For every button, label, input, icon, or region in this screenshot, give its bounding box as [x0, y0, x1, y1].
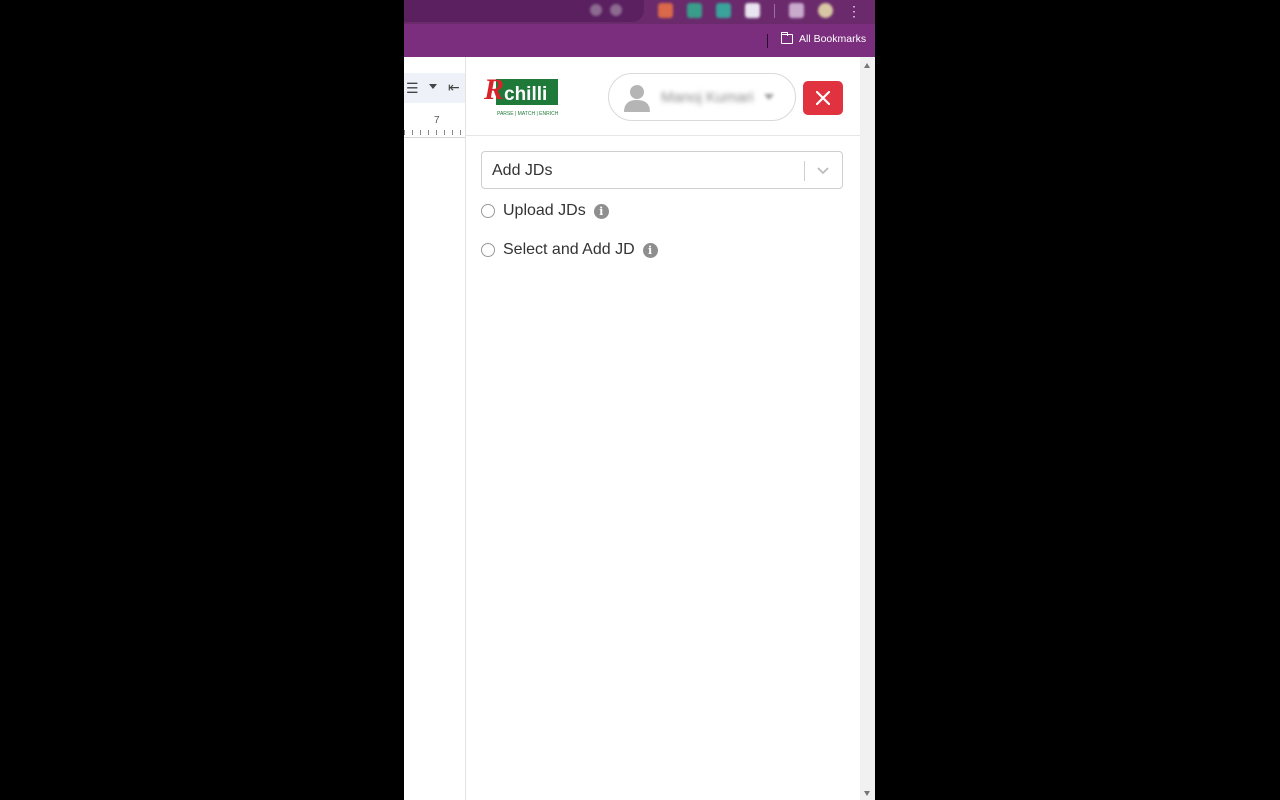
user-name: Manoj Kumari: [661, 88, 754, 106]
decrease-indent-icon[interactable]: ⇤: [448, 79, 460, 96]
select-add-jd-radio[interactable]: [481, 243, 495, 257]
extensions-puzzle-icon[interactable]: [745, 3, 760, 18]
profile-avatar-icon[interactable]: [818, 3, 833, 18]
panel-header: R chilli PARSE | MATCH | ENRICH Manoj Ku…: [466, 57, 861, 136]
bookmarks-bar: All Bookmarks: [404, 24, 875, 57]
logo-brand: chilli: [504, 84, 547, 105]
all-bookmarks-label: All Bookmarks: [799, 33, 867, 45]
ruler-ticks: [404, 130, 465, 135]
browser-menu-icon[interactable]: ⋮: [847, 3, 861, 19]
info-icon[interactable]: i: [642, 242, 658, 258]
chevron-down-icon: [763, 94, 774, 100]
logo-tagline: PARSE | MATCH | ENRICH: [497, 111, 559, 117]
scroll-down-icon[interactable]: [864, 791, 870, 796]
rchilli-logo: R chilli PARSE | MATCH | ENRICH: [483, 73, 559, 117]
scroll-up-icon[interactable]: [864, 63, 870, 68]
omnibox-icons: [590, 4, 622, 16]
extension-icons: [658, 3, 833, 18]
select-divider: [804, 161, 805, 181]
list-dropdown-icon[interactable]: [429, 84, 437, 89]
rchilli-side-panel: R chilli PARSE | MATCH | ENRICH Manoj Ku…: [465, 57, 861, 800]
numbered-list-icon[interactable]: ☰: [406, 80, 419, 97]
user-menu[interactable]: Manoj Kumari: [608, 73, 796, 121]
toolbar-divider: [774, 3, 775, 18]
upload-jds-label: Upload JDs: [503, 202, 586, 219]
extension-icon[interactable]: [687, 3, 702, 18]
extension-icon[interactable]: [716, 3, 731, 18]
browser-viewport: ⋮ All Bookmarks ☰ ⇤ 7 R chilli PARSE | M…: [404, 0, 875, 800]
chevron-down-icon[interactable]: [816, 163, 830, 177]
ruler-number: 7: [434, 115, 440, 126]
upload-jds-option[interactable]: Upload JDs i: [481, 202, 609, 220]
side-panel-icon[interactable]: [789, 3, 804, 18]
search-icon[interactable]: [590, 4, 602, 16]
jd-action-select[interactable]: Add JDs: [481, 151, 843, 189]
select-add-jd-option[interactable]: Select and Add JD i: [481, 241, 658, 259]
user-avatar-icon: [624, 85, 650, 112]
select-value: Add JDs: [492, 162, 553, 179]
share-icon[interactable]: [610, 4, 622, 16]
browser-toolbar: ⋮: [404, 0, 875, 24]
info-icon[interactable]: i: [593, 203, 609, 219]
doc-ruler: 7: [404, 109, 465, 138]
select-add-jd-label: Select and Add JD: [503, 241, 635, 258]
bookmarks-divider: [767, 34, 768, 48]
address-bar[interactable]: [404, 0, 644, 22]
panel-scrollbar[interactable]: [860, 57, 875, 800]
all-bookmarks-button[interactable]: All Bookmarks: [780, 31, 867, 45]
logo-initial: R: [483, 73, 504, 106]
close-icon: [816, 91, 830, 105]
document-area: [404, 57, 465, 800]
folder-icon: [780, 31, 793, 44]
extension-icon[interactable]: [658, 3, 673, 18]
close-button[interactable]: [803, 81, 843, 115]
upload-jds-radio[interactable]: [481, 204, 495, 218]
